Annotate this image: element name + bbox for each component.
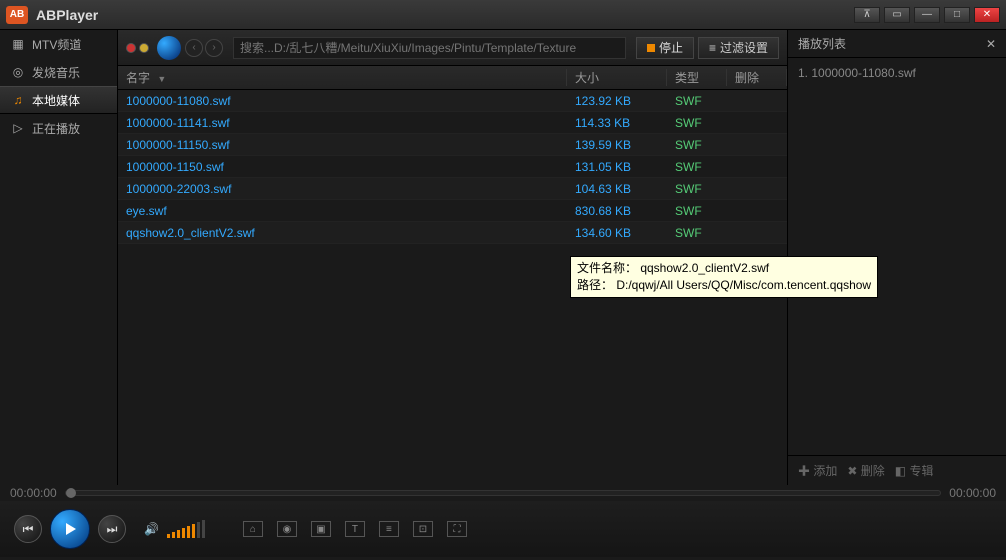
note-icon: ♫ (10, 92, 26, 108)
table-row[interactable]: 1000000-22003.swf104.63 KBSWF (118, 178, 787, 200)
table-row[interactable]: 1000000-11141.swf114.33 KBSWF (118, 112, 787, 134)
sidebar-item-playing[interactable]: ▷ 正在播放 (0, 114, 117, 142)
app-title: ABPlayer (36, 7, 854, 23)
expand-button[interactable]: ⛶ (447, 521, 467, 537)
cell-name: 1000000-22003.swf (118, 182, 567, 196)
cell-type: SWF (667, 116, 727, 130)
table-row[interactable]: eye.swf830.68 KBSWF (118, 200, 787, 222)
disc-icon: ◎ (10, 64, 26, 80)
pin-button[interactable]: ⊼ (854, 7, 880, 23)
playlist-delete-button[interactable]: ✖ 删除 (847, 462, 884, 479)
traffic-dots (126, 43, 149, 53)
table-row[interactable]: qqshow2.0_clientV2.swf134.60 KBSWF (118, 222, 787, 244)
stop-icon (647, 44, 655, 52)
cell-type: SWF (667, 226, 727, 240)
table-row[interactable]: 1000000-1150.swf131.05 KBSWF (118, 156, 787, 178)
image-button[interactable]: ▣ (311, 521, 331, 537)
sidebar: ▦ MTV频道 ◎ 发烧音乐 ♫ 本地媒体 ▷ 正在播放 (0, 30, 118, 485)
sidebar-item-label: 正在播放 (32, 120, 80, 137)
cell-type: SWF (667, 160, 727, 174)
filter-settings-button[interactable]: ≡ 过滤设置 (698, 37, 779, 59)
app-logo: AB (6, 6, 28, 24)
cell-size: 104.63 KB (567, 182, 667, 196)
cell-size: 123.92 KB (567, 94, 667, 108)
sidebar-item-local[interactable]: ♫ 本地媒体 (0, 86, 117, 114)
table-row[interactable]: 1000000-11080.swf123.92 KBSWF (118, 90, 787, 112)
playlist-title: 播放列表 (798, 35, 846, 52)
sidebar-item-label: 发烧音乐 (32, 64, 80, 81)
sidebar-item-mtv[interactable]: ▦ MTV频道 (0, 30, 117, 58)
dot-red-icon (126, 43, 136, 53)
file-info-tooltip: 文件名称： qqshow2.0_clientV2.swf 路径： D:/qqwj… (570, 256, 878, 298)
cell-name: 1000000-11080.swf (118, 94, 567, 108)
table-row[interactable]: 1000000-11150.swf139.59 KBSWF (118, 134, 787, 156)
cell-size: 830.68 KB (567, 204, 667, 218)
maximize-button[interactable]: □ (944, 7, 970, 23)
playlist-album-button[interactable]: ◧ 专辑 (895, 462, 934, 479)
column-header-size[interactable]: 大小 (567, 69, 667, 86)
disc-button[interactable]: ◉ (277, 521, 297, 537)
cell-name: 1000000-11150.swf (118, 138, 567, 152)
cell-size: 131.05 KB (567, 160, 667, 174)
stop-label: 停止 (659, 39, 683, 56)
play-icon: ▷ (10, 120, 26, 136)
open-button[interactable]: ⌂ (243, 521, 263, 537)
filter-label: 过滤设置 (720, 39, 768, 56)
cell-size: 114.33 KB (567, 116, 667, 130)
playlist-close-button[interactable]: ✕ (986, 37, 996, 51)
cell-size: 134.60 KB (567, 226, 667, 240)
seek-slider[interactable] (65, 490, 942, 496)
cell-size: 139.59 KB (567, 138, 667, 152)
cell-name: eye.swf (118, 204, 567, 218)
column-header-name[interactable]: 名字 ▼ (118, 69, 567, 86)
sidebar-item-music[interactable]: ◎ 发烧音乐 (0, 58, 117, 86)
prev-button[interactable]: ⏮ (14, 515, 42, 543)
sort-desc-icon: ▼ (157, 74, 166, 84)
minimize-button[interactable]: — (914, 7, 940, 23)
cell-type: SWF (667, 182, 727, 196)
cell-type: SWF (667, 94, 727, 108)
playlist-add-button[interactable]: ✚ 添加 (798, 462, 837, 479)
aspect-button[interactable]: ⊡ (413, 521, 433, 537)
cell-type: SWF (667, 138, 727, 152)
cell-name: 1000000-11141.swf (118, 116, 567, 130)
dot-yellow-icon (139, 43, 149, 53)
next-button[interactable]: ⏭ (98, 515, 126, 543)
filter-icon: ≡ (709, 41, 716, 55)
cell-type: SWF (667, 204, 727, 218)
time-total: 00:00:00 (949, 486, 996, 500)
fullscreen-button[interactable]: ▭ (884, 7, 910, 23)
column-header-type[interactable]: 类型 (667, 69, 727, 86)
time-current: 00:00:00 (10, 486, 57, 500)
column-header-delete[interactable]: 删除 (727, 69, 787, 86)
search-input[interactable] (233, 37, 626, 59)
play-button[interactable] (50, 509, 90, 549)
sidebar-item-label: MTV频道 (32, 36, 81, 53)
seek-thumb[interactable] (66, 488, 76, 498)
list-button[interactable]: ≡ (379, 521, 399, 537)
globe-icon[interactable] (157, 36, 181, 60)
nav-back-button[interactable]: ‹ (185, 39, 203, 57)
subtitle-button[interactable]: T (345, 521, 365, 537)
sidebar-item-label: 本地媒体 (32, 92, 80, 109)
volume-icon[interactable]: 🔊 (144, 522, 159, 536)
volume-slider[interactable] (167, 520, 205, 538)
close-button[interactable]: ✕ (974, 7, 1000, 23)
cell-name: qqshow2.0_clientV2.swf (118, 226, 567, 240)
cell-name: 1000000-1150.swf (118, 160, 567, 174)
playlist-item[interactable]: 1. 1000000-11080.swf (798, 66, 996, 80)
tv-icon: ▦ (10, 36, 26, 52)
nav-forward-button[interactable]: › (205, 39, 223, 57)
stop-button[interactable]: 停止 (636, 37, 694, 59)
